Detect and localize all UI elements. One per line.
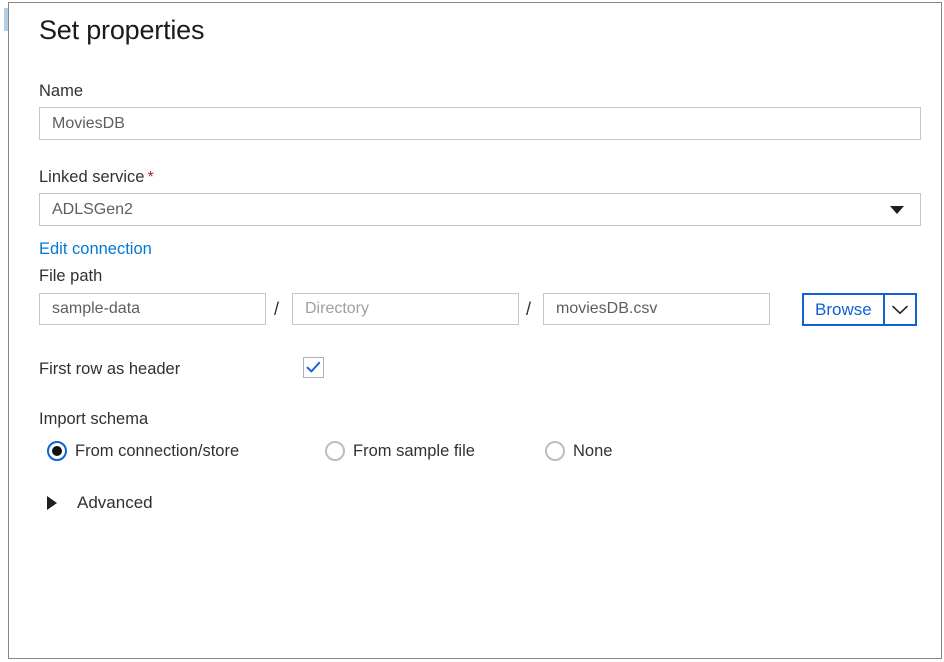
vertical-scrollbar[interactable]: [2, 0, 7, 662]
radio-indicator: [47, 441, 67, 461]
page-background: Set properties Name MoviesDB Linked serv…: [0, 0, 944, 662]
file-path-container-value: sample-data: [52, 300, 140, 318]
browse-dropdown-button[interactable]: [885, 295, 915, 324]
triangle-right-icon: [47, 496, 57, 510]
file-path-container-input[interactable]: sample-data: [39, 293, 266, 325]
advanced-label: Advanced: [57, 493, 153, 513]
radio-indicator: [325, 441, 345, 461]
radio-label: From connection/store: [67, 442, 239, 461]
radio-label: None: [565, 442, 612, 461]
linked-service-dropdown[interactable]: ADLSGen2: [39, 193, 921, 226]
import-schema-option-none[interactable]: None: [545, 441, 612, 461]
linked-service-label: Linked service*: [39, 168, 154, 187]
import-schema-option-from-connection[interactable]: From connection/store: [47, 441, 239, 461]
file-path-directory-input[interactable]: Directory: [292, 293, 519, 325]
path-separator: /: [526, 299, 531, 320]
edit-connection-link[interactable]: Edit connection: [39, 240, 152, 259]
name-label: Name: [39, 82, 83, 101]
name-input-value: MoviesDB: [52, 115, 125, 133]
first-row-as-header-label: First row as header: [39, 360, 180, 379]
advanced-expander[interactable]: Advanced: [39, 493, 153, 513]
checkmark-icon: [304, 358, 323, 377]
linked-service-value: ADLSGen2: [52, 201, 133, 219]
first-row-as-header-checkbox[interactable]: [303, 357, 324, 378]
import-schema-label: Import schema: [39, 410, 148, 429]
page-title: Set properties: [39, 15, 204, 46]
linked-service-label-text: Linked service: [39, 168, 144, 186]
name-input[interactable]: MoviesDB: [39, 107, 921, 140]
radio-indicator: [545, 441, 565, 461]
chevron-down-icon: [890, 206, 904, 214]
chevron-down-icon: [892, 305, 908, 315]
file-path-filename-input[interactable]: moviesDB.csv: [543, 293, 770, 325]
radio-label: From sample file: [345, 442, 475, 461]
import-schema-option-from-sample-file[interactable]: From sample file: [325, 441, 475, 461]
browse-button[interactable]: Browse: [804, 295, 883, 324]
set-properties-panel: Set properties Name MoviesDB Linked serv…: [8, 2, 942, 659]
file-path-filename-value: moviesDB.csv: [556, 300, 657, 318]
required-asterisk: *: [144, 169, 153, 186]
path-separator: /: [274, 299, 279, 320]
file-path-label: File path: [39, 267, 102, 286]
file-path-directory-placeholder: Directory: [305, 300, 369, 318]
browse-split-button[interactable]: Browse: [802, 293, 917, 326]
